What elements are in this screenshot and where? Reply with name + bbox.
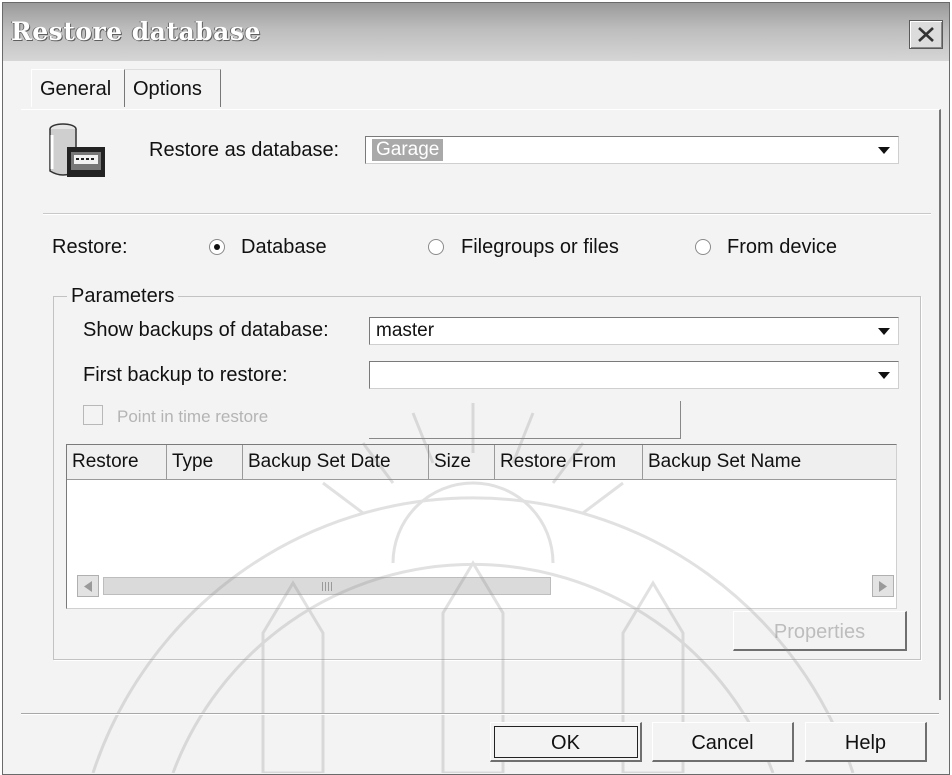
tab-options[interactable]: Options: [125, 69, 221, 107]
first-backup-combo[interactable]: [369, 361, 899, 389]
window-title: Restore database: [11, 17, 261, 46]
scroll-left-button[interactable]: [77, 575, 99, 597]
point-in-time-field[interactable]: [369, 401, 681, 439]
radio-filegroups-or-files-label[interactable]: Filegroups or files: [461, 236, 619, 259]
chevron-down-icon: [878, 372, 890, 379]
help-button[interactable]: Help: [805, 722, 927, 762]
restore-as-dropdown-button[interactable]: [872, 139, 896, 161]
restore-as-database-value: Garage: [372, 139, 444, 161]
restore-label: Restore:: [52, 236, 128, 258]
radio-database[interactable]: [209, 239, 225, 255]
radio-database-label[interactable]: Database: [241, 236, 327, 259]
show-backups-dropdown-button[interactable]: [872, 320, 896, 342]
chevron-down-icon: [878, 328, 890, 335]
col-size[interactable]: Size: [429, 445, 495, 479]
restore-database-dialog: Restore database General Options Restore…: [2, 2, 950, 775]
first-backup-dropdown-button[interactable]: [872, 364, 896, 386]
database-icon: [49, 123, 105, 177]
backup-sets-list[interactable]: Restore Type Backup Set Date Size Restor…: [66, 444, 897, 609]
properties-button[interactable]: Properties: [733, 611, 907, 651]
show-backups-combo[interactable]: master: [369, 317, 899, 345]
section-divider: [43, 213, 931, 215]
col-type[interactable]: Type: [167, 445, 243, 479]
chevron-down-icon: [878, 147, 890, 154]
list-header: Restore Type Backup Set Date Size Restor…: [67, 445, 896, 480]
col-restore[interactable]: Restore: [67, 445, 167, 479]
col-backup-set-date[interactable]: Backup Set Date: [243, 445, 429, 479]
show-backups-label: Show backups of database:: [83, 319, 329, 341]
radio-from-device-label[interactable]: From device: [727, 236, 837, 259]
scroll-grip: [322, 582, 332, 591]
point-in-time-checkbox[interactable]: [83, 405, 103, 425]
close-icon: [918, 27, 934, 42]
parameters-legend: Parameters: [67, 285, 179, 308]
radio-from-device[interactable]: [695, 239, 711, 255]
point-in-time-label: Point in time restore: [117, 407, 269, 426]
chevron-right-icon: [879, 581, 887, 592]
close-button[interactable]: [909, 20, 943, 49]
scroll-thumb[interactable]: [103, 577, 551, 595]
col-restore-from[interactable]: Restore From: [495, 445, 643, 479]
horizontal-scrollbar[interactable]: [77, 575, 895, 599]
scroll-right-button[interactable]: [872, 575, 894, 597]
ok-button[interactable]: OK: [490, 722, 642, 762]
show-backups-value: master: [376, 320, 435, 341]
title-bar[interactable]: Restore database: [3, 3, 949, 61]
col-backup-set-name[interactable]: Backup Set Name: [643, 445, 896, 479]
chevron-left-icon: [84, 581, 92, 592]
tab-general[interactable]: General: [31, 69, 125, 107]
restore-as-label: Restore as database:: [149, 139, 340, 161]
first-backup-label: First backup to restore:: [83, 364, 288, 386]
restore-as-database-combo[interactable]: Garage: [365, 136, 899, 164]
cancel-button[interactable]: Cancel: [652, 722, 794, 762]
footer-divider: [21, 713, 939, 715]
radio-filegroups-or-files[interactable]: [428, 239, 444, 255]
